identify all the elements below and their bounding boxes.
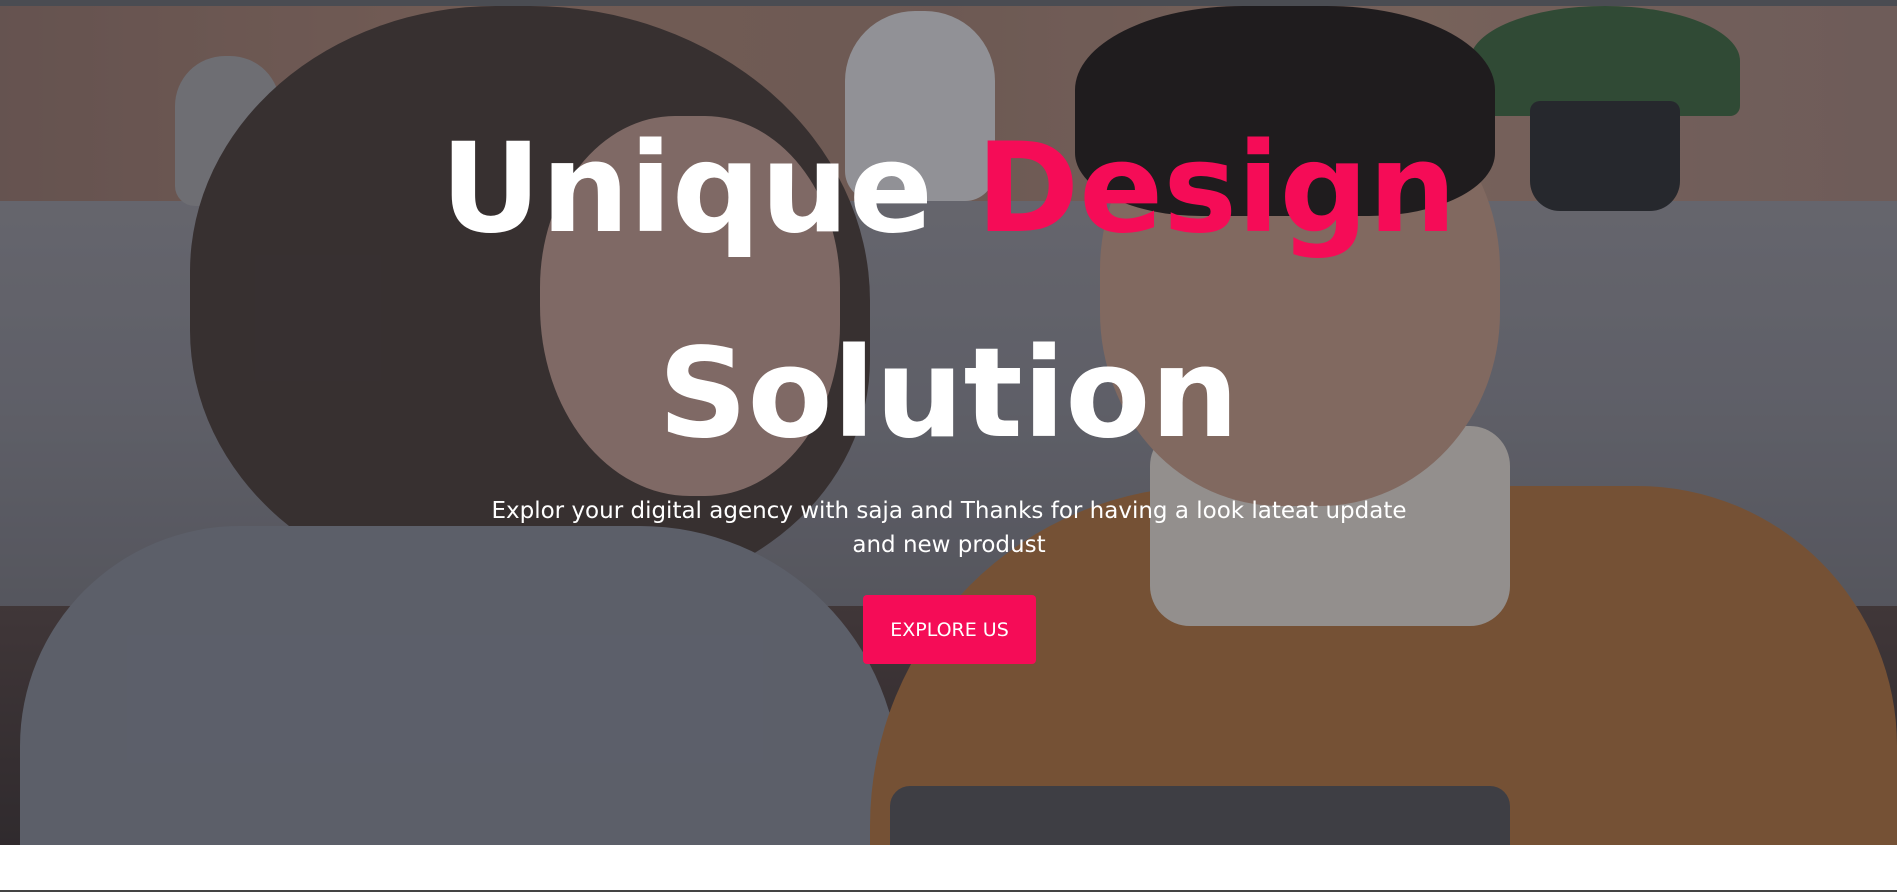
hero-subtext: Explor your digital agency with saja and… [491, 498, 1407, 558]
hero-headline-line-1: Unique Design [0, 119, 1897, 259]
headline-word-unique: Unique [440, 117, 934, 261]
hero-headline-line-2: Solution [658, 322, 1239, 466]
headline-word-design: Design [976, 117, 1457, 261]
hero-content: Unique Design Solution Explor your digit… [0, 6, 1897, 845]
explore-us-button[interactable]: EXPLORE US [863, 595, 1036, 664]
hero-section: Unique Design Solution Explor your digit… [0, 6, 1897, 845]
